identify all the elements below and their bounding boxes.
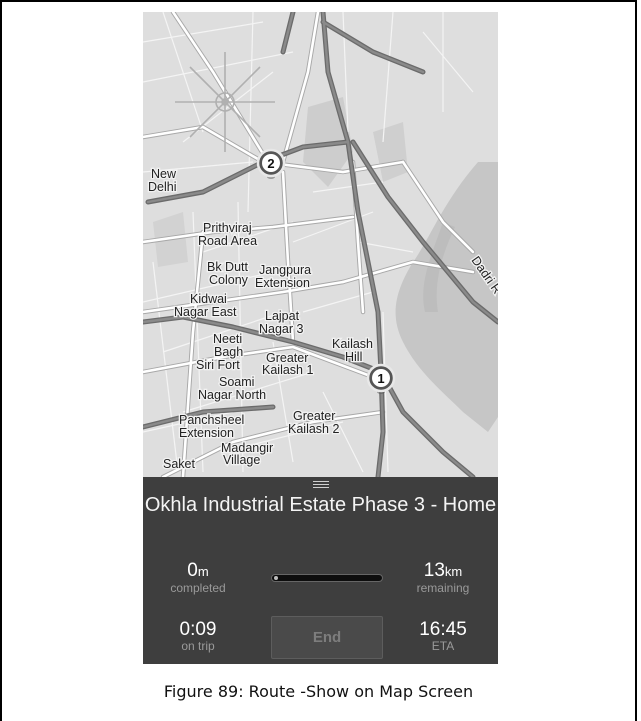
eta-label: ETA — [431, 639, 455, 653]
map-label-saket: Saket — [163, 457, 195, 471]
map-label-jangpura-1: Jangpura — [259, 263, 311, 277]
map-label-siri-fort: Siri Fort — [196, 358, 240, 372]
trip-time-value: 0:09 — [179, 619, 217, 640]
map-label-soami-2: Nagar North — [198, 388, 266, 402]
destination-title: Okhla Industrial Estate Phase 3 - Home — [144, 494, 497, 516]
map-label-kidwai-2: Nagar East — [174, 305, 237, 319]
map-label-prithviraj-1: Prithviraj — [203, 221, 252, 235]
map-label-jangpura-2: Extension — [255, 276, 310, 290]
end-route-button[interactable]: End — [271, 616, 383, 659]
remaining-value: 13 — [423, 560, 445, 581]
map-label-prithviraj-2: Road Area — [198, 234, 257, 248]
map-label-lajpat-2: Nagar 3 — [259, 322, 304, 336]
route-progress-bar — [271, 574, 383, 582]
map-label-kidwai-1: Kidwai — [190, 292, 227, 306]
map-label-kailash-hill-1: Kailash — [332, 337, 373, 351]
map-label-gk2-2: Kailash 2 — [288, 422, 339, 436]
eta-value: 16:45 — [419, 619, 467, 640]
map-label-lajpat-1: Lajpat — [265, 309, 300, 323]
map-label-new-delhi-2: Delhi — [148, 180, 177, 194]
map-canvas[interactable]: Dadri R New Delhi Prithviraj Road Area B… — [143, 12, 498, 477]
completed-stat: 0m completed — [143, 561, 253, 595]
trip-time-label: on trip — [181, 639, 215, 653]
remaining-label: remaining — [416, 581, 470, 595]
eta-stat: 16:45 ETA — [388, 620, 498, 653]
figure-caption: Figure 89: Route -Show on Map Screen — [163, 682, 474, 701]
waypoint-1-label: 1 — [377, 371, 384, 386]
route-map[interactable]: Dadri R New Delhi Prithviraj Road Area B… — [143, 12, 498, 477]
progress-indicator — [274, 576, 278, 580]
completed-unit: m — [197, 564, 209, 579]
navigation-screen: Dadri R New Delhi Prithviraj Road Area B… — [143, 12, 498, 664]
route-info-panel: Okhla Industrial Estate Phase 3 - Home 0… — [143, 477, 498, 664]
map-label-bkdutt-1: Bk Dutt — [207, 260, 249, 274]
map-label-panchsheel-1: Panchsheel — [179, 413, 244, 427]
remaining-unit: km — [444, 564, 463, 579]
map-label-soami-1: Soami — [219, 375, 254, 389]
trip-time-stat: 0:09 on trip — [143, 620, 253, 653]
map-label-madangir-2: Village — [223, 453, 260, 467]
completed-value: 0 — [187, 560, 198, 581]
waypoint-2-label: 2 — [267, 156, 274, 171]
map-label-gk2-1: Greater — [293, 409, 335, 423]
map-label-neeti-2: Bagh — [214, 345, 243, 359]
panel-drag-handle[interactable] — [313, 481, 329, 489]
completed-label: completed — [170, 581, 226, 595]
remaining-stat: 13km remaining — [388, 561, 498, 595]
map-label-neeti-1: Neeti — [213, 332, 242, 346]
map-label-bkdutt-2: Colony — [209, 273, 249, 287]
map-label-panchsheel-2: Extension — [179, 426, 234, 440]
map-label-gk1-2: Kailash 1 — [262, 363, 313, 377]
map-label-kailash-hill-2: Hill — [345, 350, 362, 364]
map-label-new-delhi-1: New — [151, 167, 177, 181]
